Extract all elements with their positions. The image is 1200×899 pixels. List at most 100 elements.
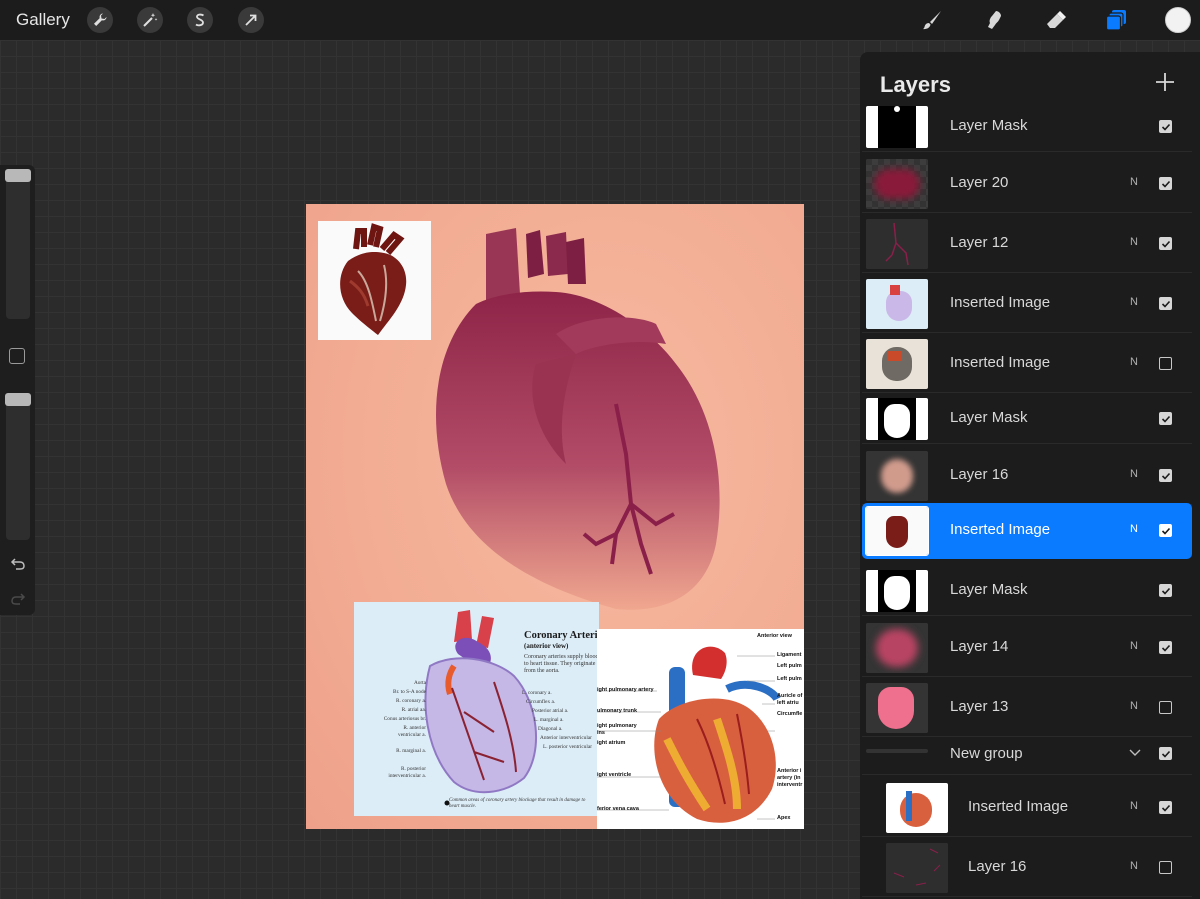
brush-size-slider[interactable] — [6, 171, 30, 319]
blend-mode-button[interactable]: N — [1130, 800, 1138, 812]
diagram-label: L. coronary a. — [522, 690, 552, 696]
visibility-checkbox[interactable] — [1159, 357, 1172, 370]
layer-thumbnail[interactable] — [866, 451, 928, 501]
blend-mode-button[interactable]: N — [1130, 523, 1138, 535]
layer-name: Layer 12 — [950, 234, 1009, 251]
modify-button[interactable] — [9, 348, 25, 364]
blend-mode-button[interactable]: N — [1130, 700, 1138, 712]
layer-thumbnail[interactable] — [866, 683, 928, 733]
chevron-down-icon[interactable] — [1127, 745, 1143, 761]
artwork-canvas[interactable]: Coronary Arteries (anterior view) Corona… — [306, 204, 804, 829]
visibility-checkbox[interactable] — [1159, 237, 1172, 250]
blend-mode-button[interactable]: N — [1130, 640, 1138, 652]
layer-row[interactable]: Layer Mask — [862, 566, 1192, 616]
visibility-checkbox[interactable] — [1159, 469, 1172, 482]
layer-name: Inserted Image — [950, 521, 1051, 538]
magic-wand-icon[interactable] — [137, 7, 163, 33]
diagram-label: L. marginal a. — [534, 717, 564, 723]
visibility-checkbox[interactable] — [1159, 641, 1172, 654]
diagram-label: ight pulmonary artery — [597, 687, 654, 693]
layer-row[interactable]: Layer 13 N — [862, 679, 1192, 737]
blend-mode-button[interactable]: N — [1130, 468, 1138, 480]
coronary-diagram[interactable]: Coronary Arteries (anterior view) Corona… — [354, 602, 599, 816]
blend-mode-button[interactable]: N — [1130, 860, 1138, 872]
layer-name: Layer Mask — [950, 581, 1028, 598]
diagram-description: Coronary arteries supply blood to heart … — [524, 654, 599, 675]
diagram-label: Auricle of — [777, 693, 803, 699]
add-layer-plus-icon[interactable] — [1153, 70, 1177, 94]
diagram-label: interventr — [777, 782, 803, 788]
layer-thumbnail[interactable] — [866, 623, 928, 673]
brush-size-thumb[interactable] — [5, 169, 31, 182]
diagram-label: R. anterior — [403, 725, 426, 731]
layer-row[interactable]: Layer 12 N — [862, 215, 1192, 273]
reference-heart-image[interactable] — [318, 221, 431, 340]
visibility-checkbox[interactable] — [1159, 120, 1172, 133]
visibility-checkbox[interactable] — [1159, 524, 1172, 537]
layer-group-row[interactable]: New group — [862, 735, 1192, 775]
layer-row[interactable]: Layer 16 N — [862, 447, 1192, 505]
gallery-button[interactable]: Gallery — [16, 10, 70, 30]
diagram-label: Conus arteriosus br. — [383, 716, 426, 722]
wrench-icon[interactable] — [87, 7, 113, 33]
visibility-checkbox[interactable] — [1159, 801, 1172, 814]
color-picker-button[interactable] — [1165, 7, 1191, 33]
diagram-label: ight ventricle — [597, 772, 632, 778]
redo-icon[interactable] — [9, 590, 27, 608]
layer-row[interactable]: Layer Mask — [862, 102, 1192, 152]
eraser-icon[interactable] — [1041, 5, 1071, 35]
layer-row[interactable]: Layer 16 N — [862, 839, 1192, 897]
brush-icon[interactable] — [917, 5, 947, 35]
layer-row[interactable]: Inserted Image N — [862, 779, 1192, 837]
anterior-heart-diagram[interactable]: Anterior view ight pulmonary artery ulmo… — [597, 629, 804, 829]
layer-thumbnail[interactable] — [866, 279, 928, 329]
visibility-checkbox[interactable] — [1159, 177, 1172, 190]
opacity-slider[interactable] — [6, 395, 30, 540]
layer-name: Layer 16 — [950, 466, 1009, 483]
blend-mode-button[interactable]: N — [1130, 236, 1138, 248]
visibility-checkbox[interactable] — [1159, 297, 1172, 310]
layer-name: Inserted Image — [950, 294, 1051, 311]
diagram-label: Left pulm — [777, 676, 802, 682]
blend-mode-button[interactable]: N — [1130, 356, 1138, 368]
layer-name: Layer 13 — [950, 698, 1009, 715]
layer-row[interactable]: Inserted Image N — [862, 275, 1192, 333]
opacity-thumb[interactable] — [5, 393, 31, 406]
undo-icon[interactable] — [9, 555, 27, 573]
left-sidebar — [0, 165, 35, 615]
diagram-label: ferior vena cava — [597, 806, 639, 812]
diagram-label: artery (in — [777, 775, 801, 781]
layer-thumbnail[interactable] — [866, 570, 928, 612]
layer-row[interactable]: Layer 14 N — [862, 619, 1192, 677]
layer-row[interactable]: Layer Mask — [862, 394, 1192, 444]
visibility-checkbox[interactable] — [1159, 747, 1172, 760]
smudge-icon[interactable] — [979, 5, 1009, 35]
painted-heart — [416, 214, 746, 614]
layer-thumbnail[interactable] — [886, 783, 948, 833]
diagram-label: Br. to S-A node — [393, 689, 426, 695]
layer-name: Layer 20 — [950, 174, 1009, 191]
blend-mode-button[interactable]: N — [1130, 296, 1138, 308]
diagram-label: L. posterior ventricular — [543, 744, 592, 750]
diagram-label: interventricular a. — [388, 773, 426, 779]
layer-row[interactable]: Inserted Image N — [862, 503, 1192, 559]
visibility-checkbox[interactable] — [1159, 412, 1172, 425]
diagram-label: ight atrium — [597, 740, 626, 746]
layer-thumbnail[interactable] — [866, 398, 928, 440]
layer-row[interactable]: Layer 20 N — [862, 155, 1192, 213]
visibility-checkbox[interactable] — [1159, 701, 1172, 714]
group-thumbnail — [866, 749, 928, 753]
blend-mode-button[interactable]: N — [1130, 176, 1138, 188]
transform-arrow-icon[interactable] — [238, 7, 264, 33]
layer-thumbnail[interactable] — [865, 506, 929, 556]
selection-s-icon[interactable] — [187, 7, 213, 33]
layer-thumbnail[interactable] — [866, 106, 928, 148]
layer-thumbnail[interactable] — [866, 339, 928, 389]
layer-thumbnail[interactable] — [866, 219, 928, 269]
layer-thumbnail[interactable] — [866, 159, 928, 209]
layers-icon[interactable] — [1102, 5, 1132, 35]
layer-thumbnail[interactable] — [886, 843, 948, 893]
layer-row[interactable]: Inserted Image N — [862, 335, 1192, 393]
visibility-checkbox[interactable] — [1159, 861, 1172, 874]
visibility-checkbox[interactable] — [1159, 584, 1172, 597]
